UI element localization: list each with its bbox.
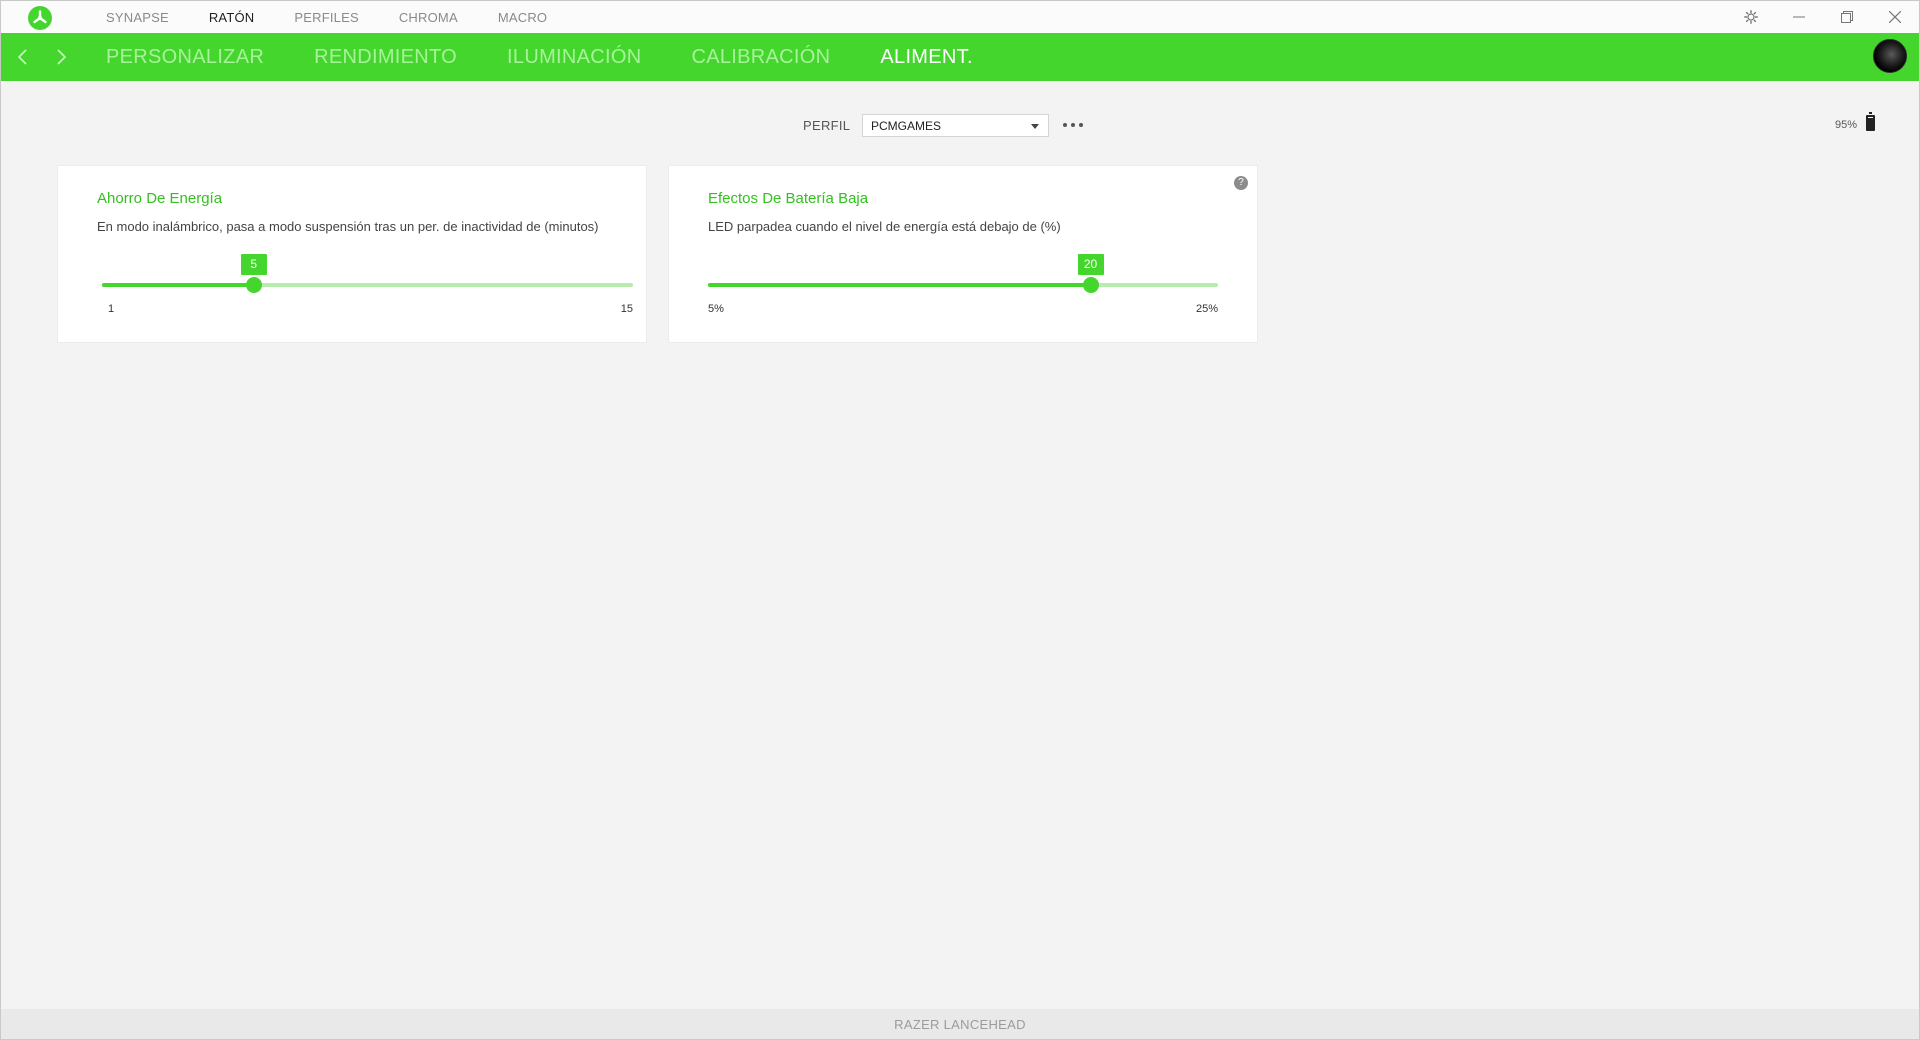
power-saving-card: Ahorro De Energía En modo inalámbrico, p… [57,165,647,343]
profile-label: PERFIL [803,118,851,133]
top-navigation: SYNAPSE RATÓN PERFILES CHROMA MACRO [106,1,587,33]
close-icon[interactable] [1871,1,1919,33]
power-saving-title: Ahorro De Energía [97,190,223,207]
more-options-icon[interactable] [1063,118,1083,132]
low-battery-description: LED parpadea cuando el nivel de energía … [708,219,1061,234]
restore-icon[interactable] [1823,1,1871,33]
slider-fill [102,283,254,287]
tab-iluminacion[interactable]: ILUMINACIÓN [507,46,641,69]
slider-max-label: 25% [1195,303,1218,315]
forward-arrow-icon[interactable] [49,45,73,69]
tab-calibracion[interactable]: CALIBRACIÓN [691,46,830,69]
tab-perfiles[interactable]: PERFILES [294,10,358,25]
profile-selected-value: PCMGAMES [871,119,942,133]
sleep-timer-slider[interactable]: 5 1 15 [102,254,633,315]
low-battery-slider[interactable]: 20 5% 25% [708,254,1218,315]
window-controls [1727,1,1919,33]
low-battery-card: ? Efectos De Batería Baja LED parpadea c… [668,165,1258,343]
sub-navigation: PERSONALIZAR RENDIMIENTO ILUMINACIÓN CAL… [1,33,1919,81]
slider-value-bubble: 20 [1077,254,1104,275]
section-tabs: PERSONALIZAR RENDIMIENTO ILUMINACIÓN CAL… [106,33,1023,81]
tab-rendimiento[interactable]: RENDIMIENTO [314,46,457,69]
device-name: RAZER LANCEHEAD [894,1016,1026,1032]
tab-synapse[interactable]: SYNAPSE [106,10,169,25]
slider-min-label: 1 [108,303,115,315]
slider-thumb[interactable] [245,277,262,293]
tab-aliment[interactable]: ALIMENT. [880,46,972,69]
tab-macro[interactable]: MACRO [498,10,547,25]
battery-level: 95% [1835,119,1858,131]
slider-fill [708,283,1091,287]
razer-logo-icon[interactable] [28,6,52,30]
chevron-down-icon [1031,124,1039,129]
low-battery-title: Efectos De Batería Baja [708,190,869,207]
battery-icon [1866,112,1875,131]
tab-personalizar[interactable]: PERSONALIZAR [106,46,264,69]
slider-value-bubble: 5 [240,254,267,275]
help-icon[interactable]: ? [1234,176,1248,190]
back-arrow-icon[interactable] [11,45,35,69]
tab-raton[interactable]: RATÓN [209,10,255,25]
status-bar: RAZER LANCEHEAD [1,1009,1919,1039]
power-saving-description: En modo inalámbrico, pasa a modo suspens… [97,219,599,234]
tab-chroma[interactable]: CHROMA [399,10,458,25]
title-bar: SYNAPSE RATÓN PERFILES CHROMA MACRO [1,1,1919,33]
gear-icon[interactable] [1727,1,1775,33]
profile-dropdown[interactable]: PCMGAMES [862,114,1049,137]
minimize-icon[interactable] [1775,1,1823,33]
slider-max-label: 15 [620,303,633,315]
device-avatar[interactable] [1873,39,1907,73]
slider-min-label: 5% [708,303,724,315]
slider-thumb[interactable] [1082,277,1099,293]
